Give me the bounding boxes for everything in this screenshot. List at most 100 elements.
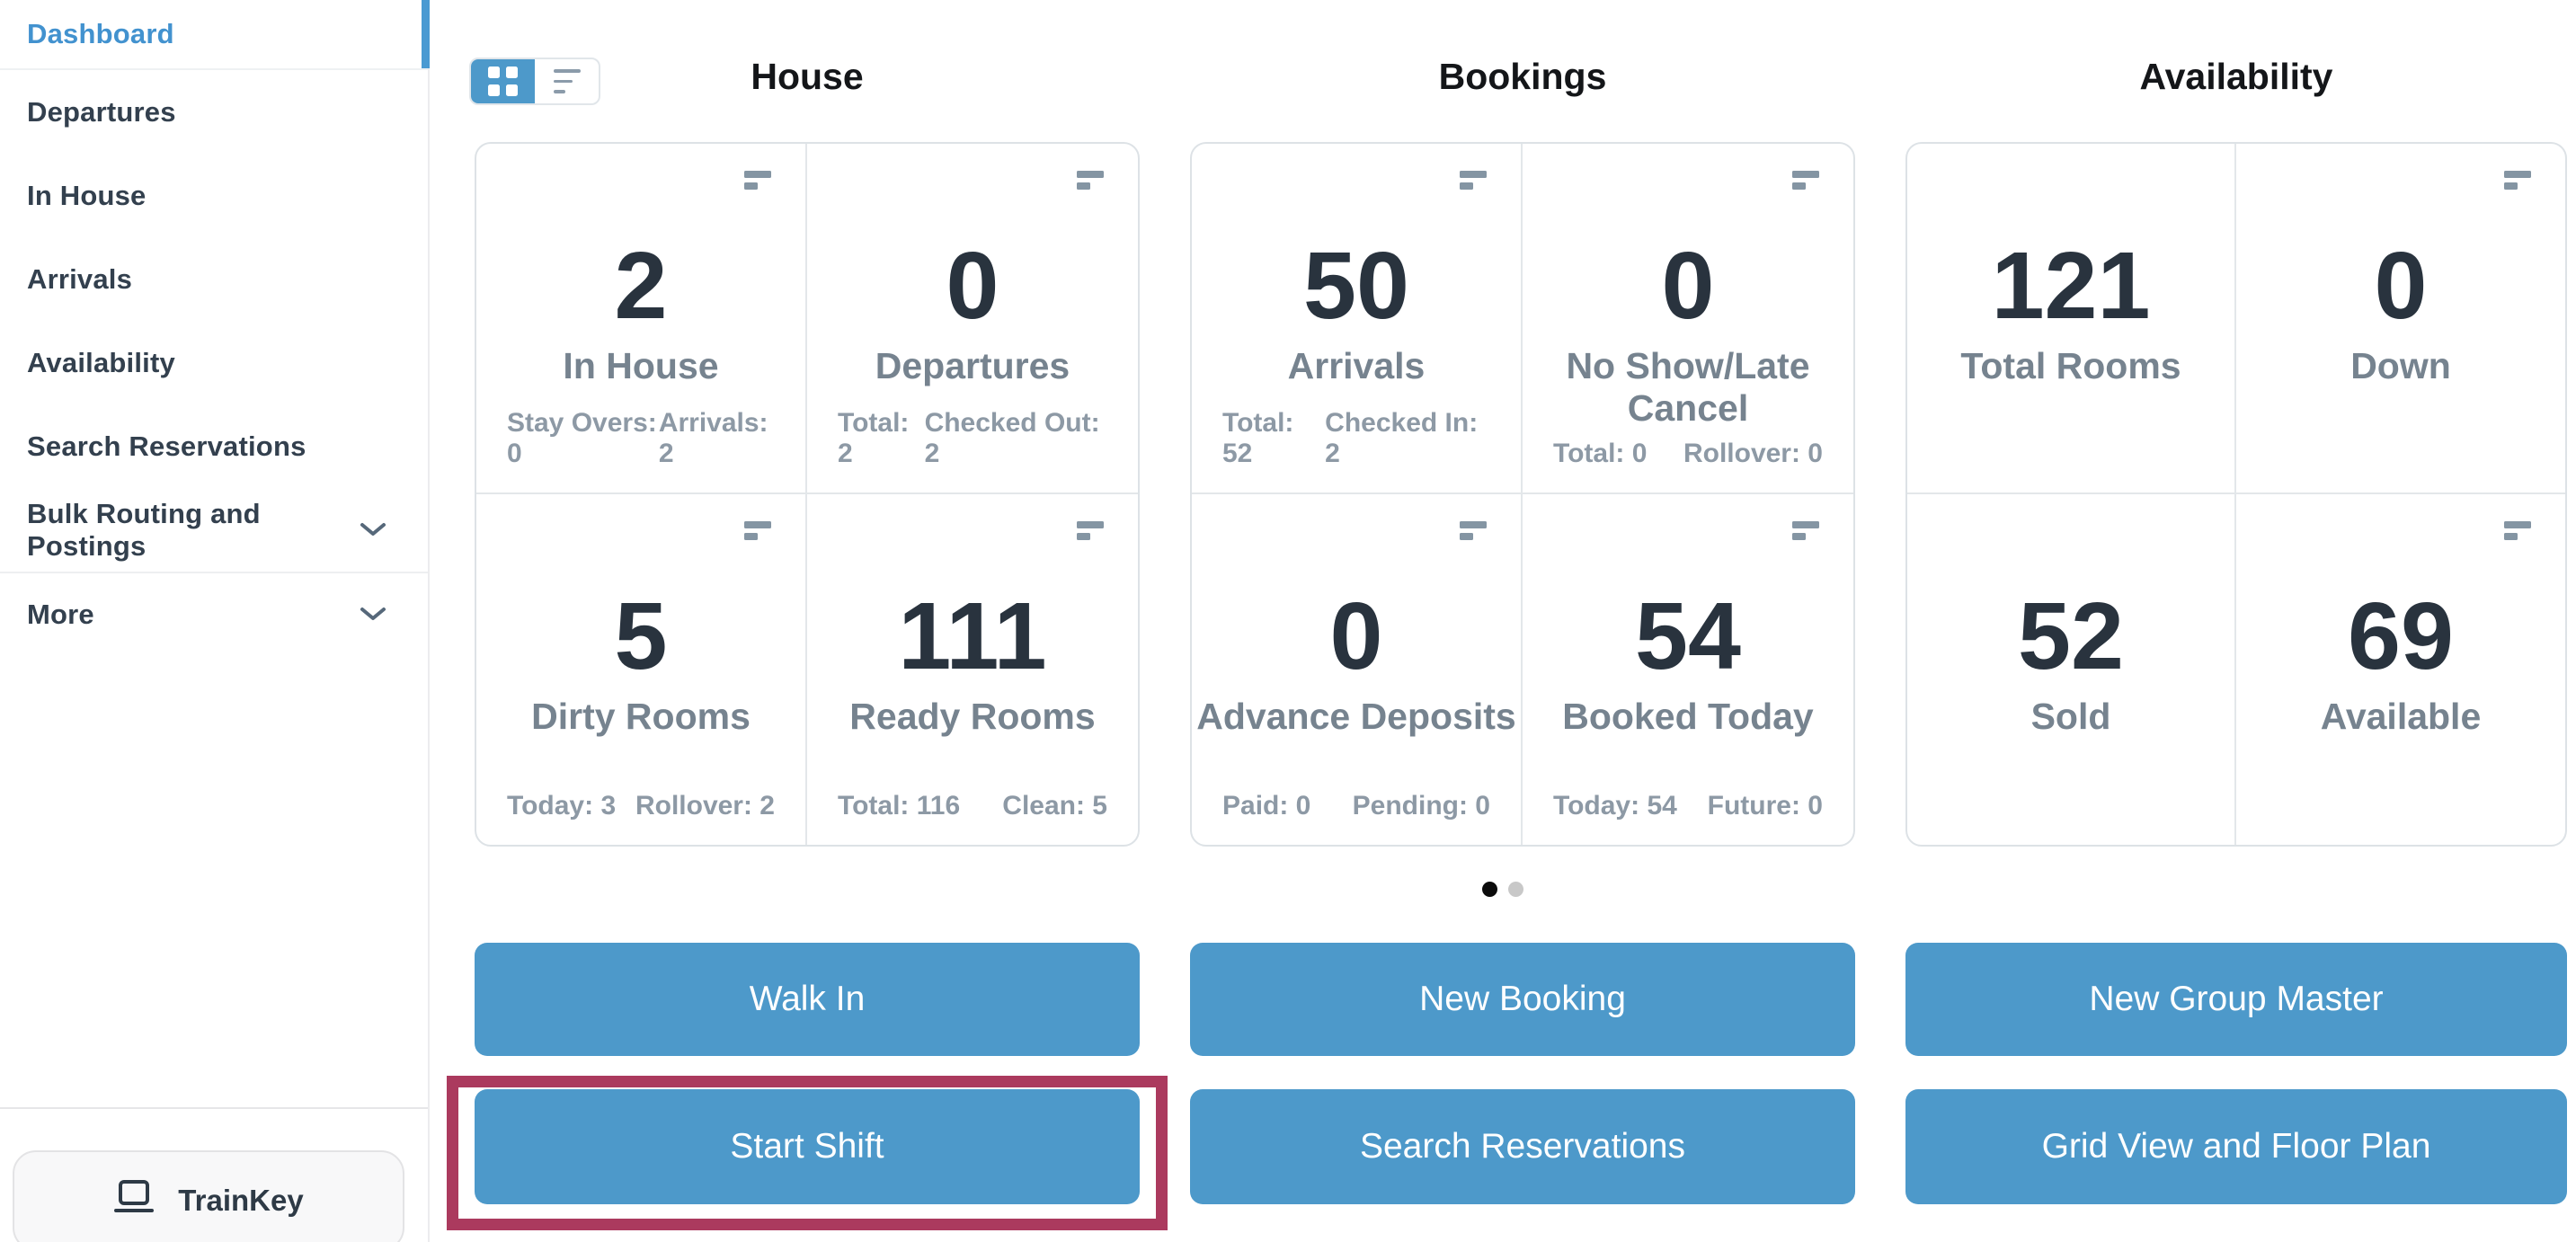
stat-card-down[interactable]: 0 Down [2236,144,2565,494]
laptop-icon [113,1178,155,1223]
card-menu-icon[interactable] [744,521,771,540]
stat-value: 0 [1329,583,1383,689]
sidebar-item-departures[interactable]: Departures [0,70,428,154]
stat-right: Rollover: 0 [1683,439,1823,468]
card-stats: Today: 54 Future: 0 [1553,791,1823,821]
stat-label: No Show/Late Cancel [1566,345,1810,429]
stat-right: Checked Out: 2 [924,408,1100,468]
stat-label: Total Rooms [1960,345,2181,386]
stat-label: Sold [2030,696,2111,737]
card-menu-icon[interactable] [1077,171,1104,190]
stat-value: 121 [1991,233,2151,339]
stat-card-departures[interactable]: 0 Departures Total: 2 Checked Out: 2 [807,144,1138,494]
card-stats: Total: 2 Checked Out: 2 [838,408,1107,469]
search-reservations-button[interactable]: Search Reservations [1190,1089,1855,1204]
stat-left: Total: 0 [1553,439,1648,468]
sidebar-item-label: In House [27,179,147,211]
stat-label: Arrivals [1287,345,1426,386]
card-stats: Total: 0 Rollover: 0 [1553,439,1823,469]
stat-left: Stay Overs: 0 [507,408,657,468]
stat-card-sold[interactable]: 52 Sold [1907,494,2236,845]
stat-card-booked-today[interactable]: 54 Booked Today Today: 54 Future: 0 [1523,494,1853,845]
chevron-down-icon [360,607,386,622]
card-menu-icon[interactable] [1792,171,1819,190]
new-group-master-button[interactable]: New Group Master [1905,943,2567,1056]
stat-card-no-show-late-cancel[interactable]: 0 No Show/Late Cancel Total: 0 Rollover:… [1523,144,1853,494]
stat-left: Today: 3 [507,791,617,821]
card-menu-icon[interactable] [1792,521,1819,540]
stat-label: Available [2320,696,2482,737]
stat-card-ready-rooms[interactable]: 111 Ready Rooms Total: 116 Clean: 5 [807,494,1138,845]
sidebar-item-dashboard[interactable]: Dashboard [0,0,430,70]
card-stats: Today: 3 Rollover: 2 [507,791,775,821]
stat-card-dirty-rooms[interactable]: 5 Dirty Rooms Today: 3 Rollover: 2 [476,494,807,845]
stat-label: Advance Deposits [1196,696,1516,737]
sidebar-item-more[interactable]: More [0,572,428,655]
stat-value: 2 [614,233,668,339]
sidebar-item-label: Availability [27,346,175,378]
pagination-dot-active[interactable] [1482,882,1497,897]
sidebar-item-bulk-routing-postings[interactable]: Bulk Routing and Postings [0,488,428,572]
stat-card-total-rooms[interactable]: 121 Total Rooms [1907,144,2236,494]
sidebar-item-label: Departures [27,95,176,128]
section-title-bookings: Bookings [1438,56,1607,97]
sidebar-item-arrivals[interactable]: Arrivals [0,237,428,321]
card-menu-icon[interactable] [744,171,771,190]
sidebar-item-availability[interactable]: Availability [0,321,428,404]
section-title-house: House [751,56,864,97]
stat-label: Booked Today [1562,696,1814,737]
stat-label: Ready Rooms [849,696,1096,737]
pagination-dot[interactable] [1508,882,1523,897]
card-menu-icon[interactable] [2504,521,2531,540]
card-stats: Total: 116 Clean: 5 [838,791,1107,821]
stat-value: 52 [2018,583,2124,689]
stat-value: 50 [1303,233,1409,339]
stat-right: Checked In: 2 [1325,408,1479,468]
stat-card-arrivals[interactable]: 50 Arrivals Total: 52 Checked In: 2 [1192,144,1523,494]
stat-label: In House [563,345,719,386]
stat-card-available[interactable]: 69 Available [2236,494,2565,845]
card-stats: Total: 52 Checked In: 2 [1222,408,1490,469]
house-panel: 2 In House Stay Overs: 0 Arrivals: 2 0 D… [475,142,1140,847]
sidebar-divider [0,1107,428,1109]
walk-in-button[interactable]: Walk In [475,943,1140,1056]
card-stats: Paid: 0 Pending: 0 [1222,791,1490,821]
new-booking-button[interactable]: New Booking [1190,943,1855,1056]
chevron-down-icon [360,522,386,537]
stat-value: 0 [1661,233,1715,339]
start-shift-button[interactable]: Start Shift [475,1089,1140,1204]
stat-right: Pending: 0 [1352,791,1490,821]
card-stats: Stay Overs: 0 Arrivals: 2 [507,408,775,469]
stat-value: 69 [2348,583,2454,689]
stat-value: 5 [614,583,668,689]
card-menu-icon[interactable] [1077,521,1104,540]
sidebar-item-label: Arrivals [27,262,133,295]
stat-label: Down [2350,345,2451,386]
stat-left: Paid: 0 [1222,791,1311,821]
availability-panel: 121 Total Rooms 0 Down 52 Sold 69 Availa… [1905,142,2567,847]
trainkey-label: TrainKey [178,1184,304,1217]
stat-right: Clean: 5 [1002,791,1107,821]
sidebar-item-label: Search Reservations [27,430,306,462]
stat-right: Arrivals: 2 [658,408,768,468]
sidebar-item-in-house[interactable]: In House [0,154,428,237]
stat-label: Departures [875,345,1070,386]
sidebar-item-label: Bulk Routing and Postings [27,497,261,562]
stat-left: Total: 2 [838,408,910,468]
stat-value: 0 [2374,233,2428,339]
sidebar-item-search-reservations[interactable]: Search Reservations [0,404,428,488]
grid-view-floor-plan-button[interactable]: Grid View and Floor Plan [1905,1089,2567,1204]
stat-left: Total: 116 [838,791,961,821]
section-title-availability: Availability [2139,56,2333,97]
trainkey-button[interactable]: TrainKey [13,1150,404,1242]
sidebar-nav: Dashboard Departures In House Arrivals A… [0,0,430,655]
stat-card-in-house[interactable]: 2 In House Stay Overs: 0 Arrivals: 2 [476,144,807,494]
card-menu-icon[interactable] [1460,171,1487,190]
stat-value: 0 [946,233,999,339]
stat-card-advance-deposits[interactable]: 0 Advance Deposits Paid: 0 Pending: 0 [1192,494,1523,845]
card-menu-icon[interactable] [1460,521,1487,540]
stat-right: Rollover: 2 [635,791,775,821]
card-menu-icon[interactable] [2504,171,2531,190]
stat-value: 54 [1635,583,1741,689]
stat-left: Total: 52 [1222,408,1294,468]
